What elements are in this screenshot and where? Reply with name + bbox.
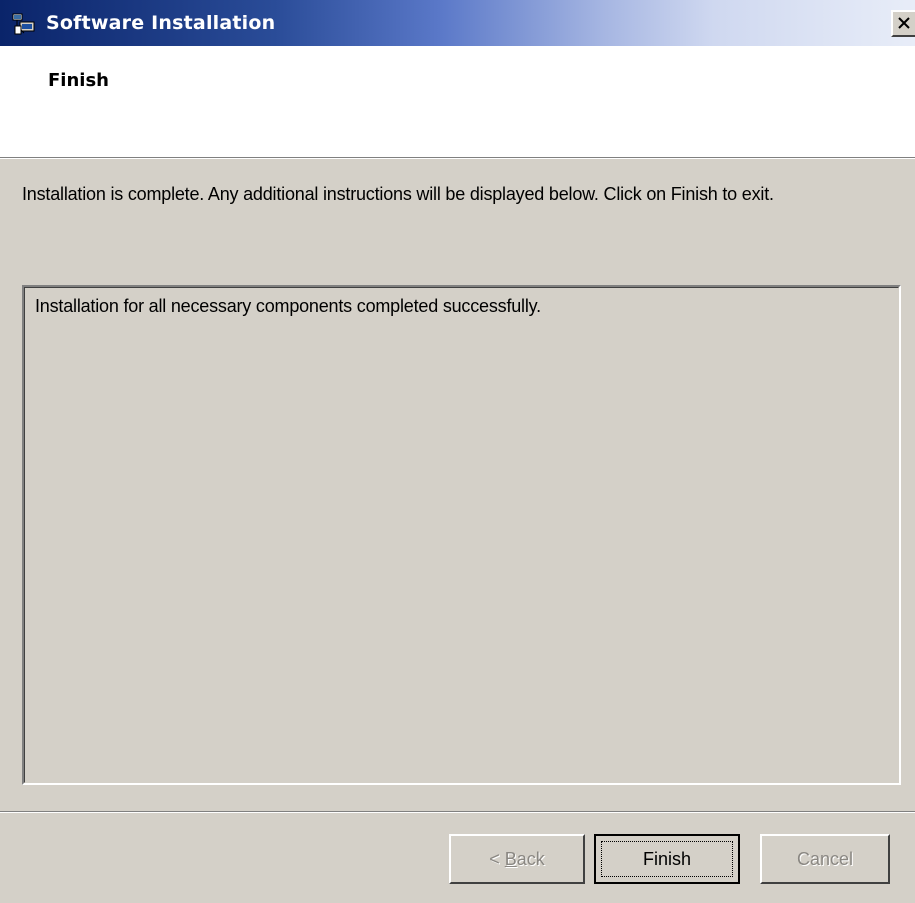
finish-label: Finish [642, 849, 691, 869]
back-label-rest: ack [516, 849, 545, 869]
back-button[interactable]: < Back [449, 834, 585, 884]
installer-window: Software Installation Finish Installatio… [0, 0, 915, 903]
close-icon [898, 17, 910, 29]
header-divider [0, 157, 915, 159]
window-title: Software Installation [46, 12, 276, 34]
close-button[interactable] [891, 10, 915, 37]
cancel-button[interactable]: Cancel [760, 834, 890, 884]
finish-button[interactable]: Finish [594, 834, 740, 884]
installer-icon [12, 13, 36, 35]
log-message: Installation for all necessary component… [35, 296, 541, 316]
footer-divider [0, 811, 915, 813]
back-label-prefix: < [489, 849, 505, 869]
back-label-mnemonic: B [504, 849, 517, 869]
log-box-inner: Installation for all necessary component… [24, 287, 899, 783]
wizard-header: Finish [0, 46, 915, 158]
instructions-log-box[interactable]: Installation for all necessary component… [22, 285, 901, 785]
instructions-text: Installation is complete. Any additional… [22, 184, 774, 204]
title-bar[interactable]: Software Installation [0, 0, 915, 46]
page-title: Finish [48, 70, 109, 91]
cancel-label: Cancel [796, 849, 854, 869]
